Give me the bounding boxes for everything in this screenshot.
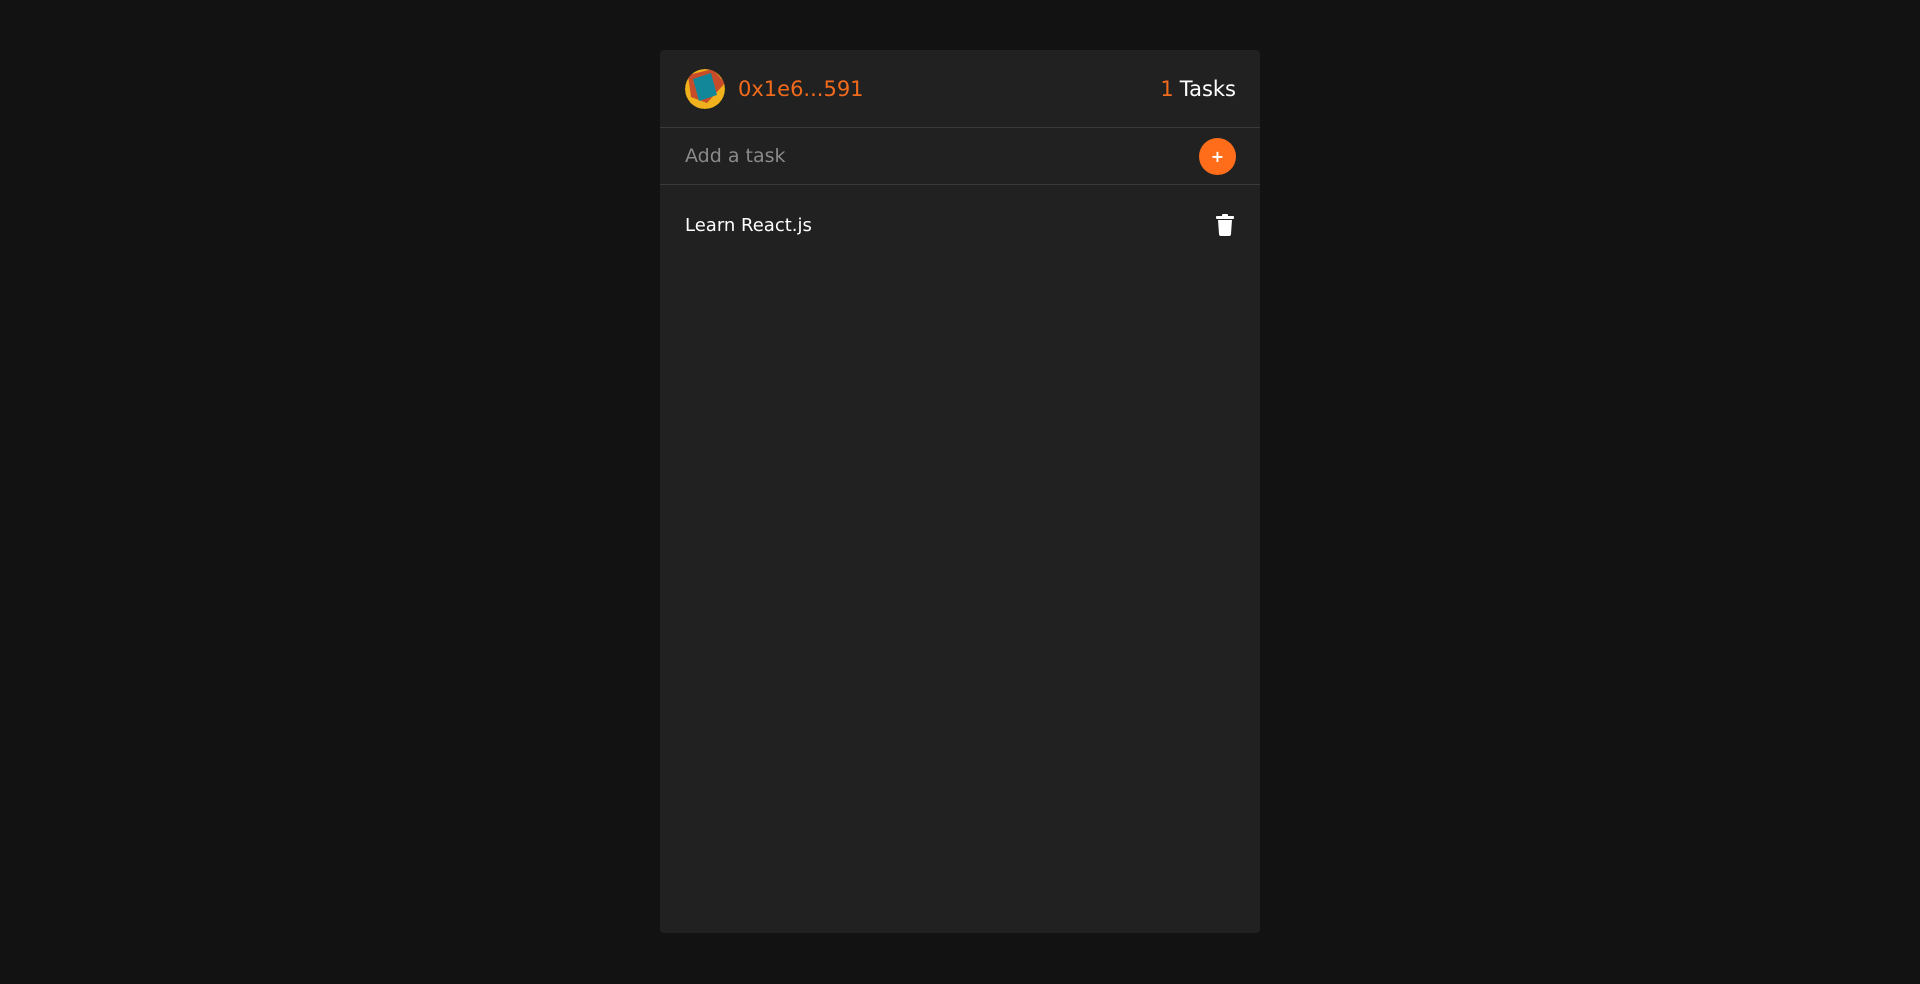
add-task-form: + (660, 128, 1260, 185)
trash-icon[interactable] (1215, 214, 1235, 236)
task-list: Learn React.js (660, 185, 1260, 265)
todo-card: 0x1e6...591 1Tasks + Learn React.js (660, 50, 1260, 933)
task-item: Learn React.js (660, 185, 1260, 265)
header: 0x1e6...591 1 Tasks (660, 50, 1260, 128)
add-task-input[interactable] (685, 145, 1165, 167)
account-info: 0x1e6...591 (685, 68, 864, 109)
task-count-label: Tasks (1179, 76, 1236, 101)
add-task-button[interactable]: + (1199, 137, 1236, 175)
wallet-address: 0x1e6...591 (738, 76, 864, 101)
task-count: 1 Tasks (1160, 77, 1236, 101)
identicon-avatar (685, 68, 725, 109)
task-count-number: 1 (1160, 76, 1174, 101)
task-text: Learn React.js (685, 214, 812, 236)
